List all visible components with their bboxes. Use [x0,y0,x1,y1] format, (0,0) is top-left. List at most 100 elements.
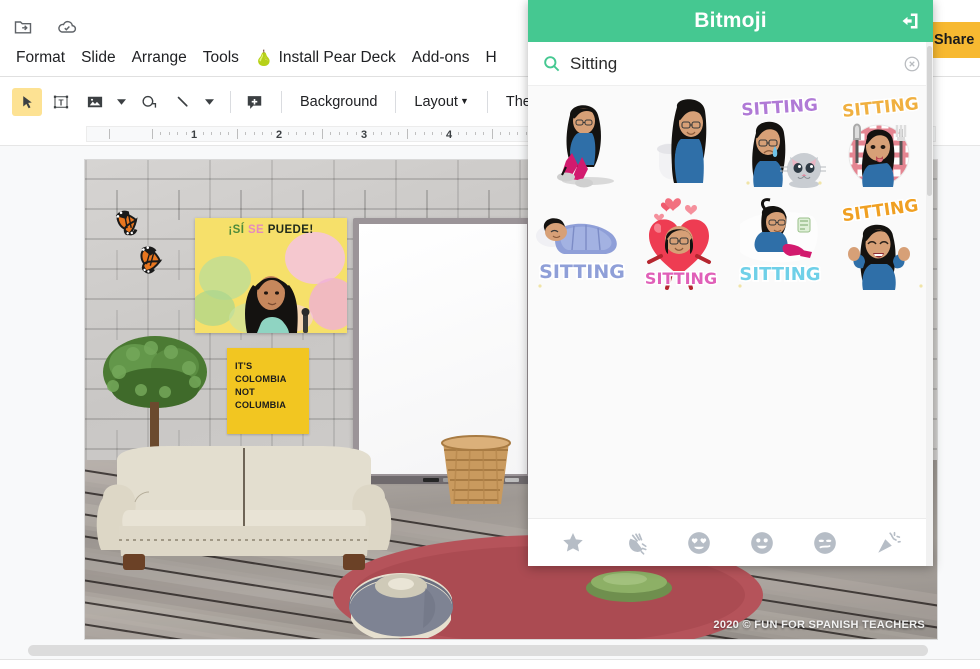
svg-text:SITTING: SITTING [644,269,716,288]
sticker-knife-and-fork[interactable]: SITTING [829,92,928,193]
ruler-minor-tick [211,132,212,135]
menu-bar: Format Slide Arrange Tools 🍐 Install Pea… [0,44,560,72]
menu-install-pear-deck-label: Install Pear Deck [278,49,396,66]
poster-word-puede: PUEDE! [267,224,314,236]
ruler-number: 2 [275,129,283,141]
ruler-major-tick [321,129,323,139]
toolbar-divider-4 [486,91,488,113]
sticker-heart-character[interactable]: SITTING [631,193,730,294]
ruler-minor-tick [432,132,433,135]
poster-portrait [229,253,315,333]
favorites-star-icon[interactable] [558,528,588,558]
add-comment-tool[interactable] [239,88,269,116]
menu-arrange[interactable]: Arrange [124,46,195,70]
sticky-note-colombia[interactable]: IT'S COLOMBIA NOT COLUMBIA [227,348,309,434]
ruler-minor-tick [245,132,246,135]
layout-button-label: Layout [414,94,458,110]
sticky-line-1: IT'S [235,361,253,371]
toolbar-divider-2 [281,91,282,113]
sticker-crying-with-cat[interactable]: SITTING [730,92,829,193]
ruler-minor-tick [415,132,416,135]
sticker-shrug-happy[interactable]: SITTING [829,193,928,294]
green-plant-pot [585,568,673,602]
line-tool[interactable] [168,88,198,116]
clapping-hands-icon[interactable] [621,528,651,558]
menu-add-ons[interactable]: Add-ons [404,46,478,70]
slide-copyright-footer: 2020 © FUN FOR SPANISH TEACHERS [713,619,925,631]
sticker-sitting-on-step[interactable] [532,92,631,193]
move-to-folder-icon[interactable] [10,14,36,40]
toolbar-divider-1 [230,91,231,113]
ruler-number: 3 [360,129,368,141]
bitmoji-search-input[interactable] [570,53,903,74]
sticky-line-4: COLUMBIA [235,400,287,410]
svg-text:SITTING: SITTING [841,95,919,122]
bottom-bar [0,659,980,669]
smiling-face-icon[interactable] [747,528,777,558]
heart-eyes-face-icon[interactable] [684,528,714,558]
background-button[interactable]: Background [290,90,387,114]
menu-help-truncated[interactable]: H [478,46,505,70]
bitmoji-sticker-row: SITTING [532,193,929,294]
ruler-minor-tick [525,132,527,135]
ruler-minor-tick [253,132,255,135]
wicker-basket[interactable] [437,434,515,506]
bitmoji-panel[interactable]: Bitmoji Sitting SITTING SITTING SITTING … [528,0,933,566]
layout-button[interactable]: Layout ▼ [404,90,478,114]
menu-format[interactable]: Format [8,46,73,70]
ruler-minor-tick [270,132,272,135]
ruler-minor-tick [177,132,178,135]
ruler-minor-tick [372,132,374,135]
svg-text:SITTING: SITTING [539,261,625,283]
image-tool-dropdown-icon[interactable] [114,88,128,116]
bitmoji-scrollbar-thumb[interactable] [927,46,932,196]
chevron-down-icon: ▼ [459,96,469,106]
menu-slide[interactable]: Slide [73,46,123,70]
butterfly-1 [113,200,159,240]
svg-text:SITTING: SITTING [840,196,919,226]
ruler-minor-tick [466,132,467,135]
svg-text:SITTING: SITTING [739,264,820,285]
ruler-minor-tick [228,132,229,135]
striped-ottoman[interactable] [347,566,455,639]
ruler-minor-tick [500,132,501,135]
textbox-tool[interactable]: T [46,88,76,116]
pear-icon: 🍐 [254,49,274,67]
bitmoji-sticker-grid[interactable]: SITTING SITTING SITTING SITTING SITTING … [528,86,933,518]
horizontal-scrollbar[interactable] [0,645,980,659]
horizontal-scrollbar-thumb[interactable] [28,645,928,656]
select-tool[interactable] [12,88,42,116]
logout-icon[interactable] [899,10,921,32]
ruler-minor-tick [423,132,425,135]
ruler-major-tick [406,129,408,139]
ruler-minor-tick [262,132,263,135]
ruler-minor-tick [330,132,331,135]
cloud-saved-icon[interactable] [54,14,80,40]
search-icon [540,53,562,75]
image-tool[interactable] [80,88,110,116]
unamused-face-icon[interactable] [810,528,840,558]
toolbar-divider-3 [395,91,397,113]
sticker-lying-on-bed[interactable]: SITTING [730,193,829,294]
ruler-minor-tick [338,132,340,135]
ruler-minor-tick [168,132,170,135]
bitmoji-search-bar[interactable] [528,42,933,86]
line-tool-dropdown-icon[interactable] [202,88,216,116]
ruler-major-tick [151,129,153,139]
ruler-minor-tick [202,132,204,135]
menu-install-pear-deck[interactable]: 🍐 Install Pear Deck [247,46,404,70]
ruler-minor-tick [304,132,306,135]
svg-text:T: T [58,98,63,107]
shape-tool[interactable] [134,88,164,116]
party-popper-icon[interactable] [873,528,903,558]
ruler-number: 1 [190,129,198,141]
sticky-line-3: NOT [235,387,255,397]
si-se-puede-poster[interactable]: ¡SÍ SE PUEDE! [195,218,347,333]
sticker-sitting-on-toilet[interactable] [631,92,730,193]
clear-circle-icon[interactable] [903,55,921,73]
ruler-minor-tick [508,132,510,135]
ruler-major-tick [236,129,238,139]
ruler-major-tick [491,129,493,139]
sticker-sleeping-in-bed[interactable]: SITTING [532,193,631,294]
menu-tools[interactable]: Tools [195,46,247,70]
